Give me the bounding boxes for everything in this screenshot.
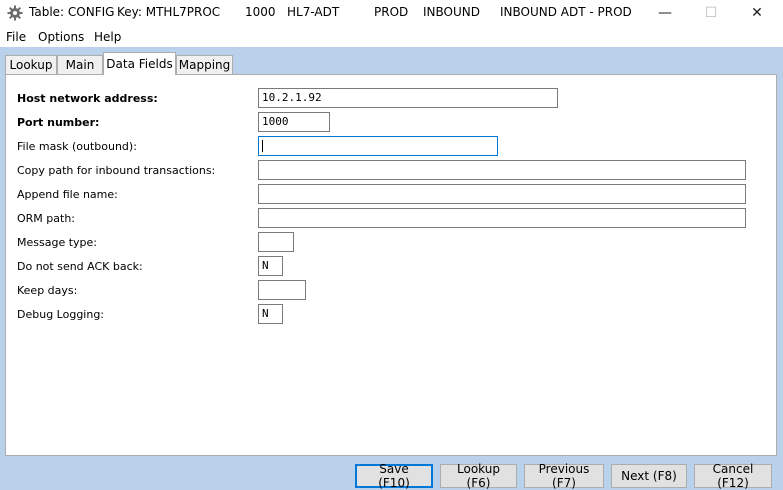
- message-type-input[interactable]: [258, 232, 294, 252]
- host-address-input[interactable]: 10.2.1.92: [258, 88, 558, 108]
- title-bar: Table: CONFIG Key: MTHL7PROC 1000 HL7-AD…: [0, 0, 783, 26]
- tab-mapping[interactable]: Mapping: [176, 55, 233, 74]
- save-button[interactable]: Save (F10): [355, 462, 433, 490]
- title-code: 1000: [245, 5, 276, 19]
- text-caret: [262, 140, 263, 152]
- debug-logging-label: Debug Logging:: [17, 308, 105, 321]
- tab-lookup[interactable]: Lookup: [5, 55, 57, 74]
- title-description: INBOUND ADT - PROD: [500, 5, 632, 19]
- tab-data-fields[interactable]: Data Fields: [103, 52, 176, 75]
- file-mask-label: File mask (outbound):: [17, 140, 137, 153]
- menu-help[interactable]: Help: [94, 30, 121, 44]
- maximize-icon: ☐: [704, 5, 718, 21]
- file-mask-input[interactable]: [258, 136, 498, 156]
- title-key: Key: MTHL7PROC: [117, 5, 221, 19]
- maximize-button[interactable]: ☐: [688, 0, 734, 26]
- message-type-label: Message type:: [17, 236, 97, 249]
- menu-bar: File Options Help: [0, 27, 783, 47]
- lookup-button[interactable]: Lookup (F6): [440, 462, 517, 490]
- no-ack-input[interactable]: N: [258, 256, 283, 276]
- cancel-button[interactable]: Cancel (F12): [694, 462, 772, 490]
- title-table: Table: CONFIG: [29, 5, 115, 19]
- copy-path-input[interactable]: [258, 160, 746, 180]
- tab-main[interactable]: Main: [57, 55, 103, 74]
- append-file-name-label: Append file name:: [17, 188, 118, 201]
- title-interface: HL7-ADT: [287, 5, 340, 19]
- minimize-icon: —: [658, 5, 672, 21]
- port-number-label: Port number:: [17, 116, 100, 129]
- main-frame: Lookup Main Data Fields Mapping Host net…: [0, 47, 783, 490]
- previous-button[interactable]: Previous (F7): [524, 462, 604, 490]
- debug-logging-input[interactable]: N: [258, 304, 283, 324]
- title-env: PROD: [374, 5, 409, 19]
- title-direction: INBOUND: [423, 5, 480, 19]
- menu-options[interactable]: Options: [38, 30, 84, 44]
- append-file-name-input[interactable]: [258, 184, 746, 204]
- close-icon: ✕: [751, 5, 763, 21]
- port-number-input[interactable]: 1000: [258, 112, 330, 132]
- minimize-button[interactable]: —: [642, 0, 688, 26]
- next-button[interactable]: Next (F8): [611, 464, 687, 488]
- close-button[interactable]: ✕: [734, 0, 780, 26]
- orm-path-label: ORM path:: [17, 212, 76, 225]
- menu-file[interactable]: File: [6, 30, 26, 44]
- data-fields-panel: Host network address: 10.2.1.92 Port num…: [5, 74, 777, 456]
- keep-days-label: Keep days:: [17, 284, 78, 297]
- host-address-label: Host network address:: [17, 92, 158, 105]
- copy-path-label: Copy path for inbound transactions:: [17, 164, 216, 177]
- keep-days-input[interactable]: [258, 280, 306, 300]
- gear-icon[interactable]: [7, 5, 23, 21]
- orm-path-input[interactable]: [258, 208, 746, 228]
- no-ack-label: Do not send ACK back:: [17, 260, 143, 273]
